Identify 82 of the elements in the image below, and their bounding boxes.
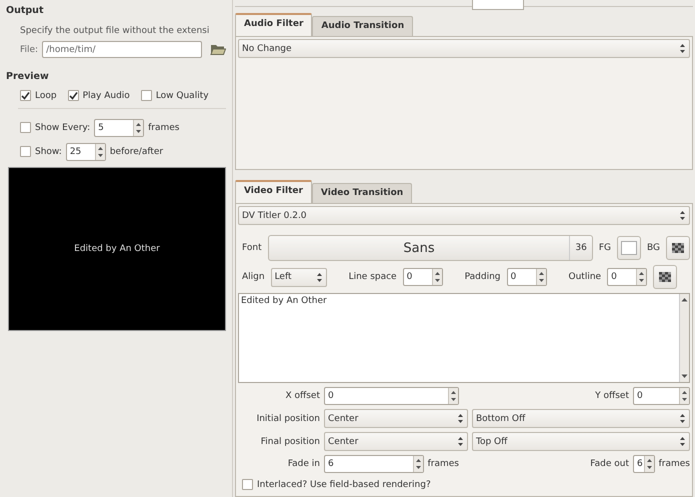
dropdown[interactable]: DV Titler 0.2.0 — [238, 206, 690, 225]
checkbox[interactable] — [68, 90, 79, 101]
font-button[interactable]: Sans 36 — [268, 235, 593, 261]
spin-field[interactable]: 0 — [402, 268, 443, 286]
updown-arrows-icon — [316, 272, 323, 282]
folder-icon — [210, 43, 226, 56]
dropdown[interactable]: Center — [324, 409, 468, 428]
dropdown[interactable]: Center — [324, 432, 468, 451]
hint-text: Specify the output file without the extensi — [20, 26, 210, 36]
field-label: Outline — [568, 272, 602, 282]
color-button[interactable] — [666, 236, 690, 260]
scroll-up-icon — [681, 297, 688, 302]
spin-arrows-icon — [96, 144, 104, 158]
checkbox[interactable] — [140, 90, 152, 101]
field-label: Align — [242, 272, 265, 282]
checker-icon — [672, 243, 684, 253]
color-button[interactable] — [653, 265, 678, 289]
checkbox[interactable] — [242, 479, 253, 490]
spin-field[interactable]: 6 — [324, 455, 424, 473]
updown-arrows-icon — [679, 43, 686, 54]
checkbox[interactable] — [20, 146, 31, 157]
field-label: Fade in — [286, 459, 320, 469]
field-label: Y offset — [594, 391, 629, 401]
tab[interactable]: Audio Filter — [235, 13, 312, 36]
preview-caption: Edited by An Other — [74, 244, 160, 254]
spin-arrows-icon — [414, 457, 422, 471]
unit-label: before/after — [110, 146, 164, 156]
updown-arrows-icon — [679, 413, 686, 424]
checkbox-label: Low Quality — [156, 90, 209, 100]
checkbox[interactable] — [20, 122, 31, 133]
checkbox-label: Interlaced? Use field-based rendering? — [257, 480, 431, 490]
dropdown[interactable]: Left — [270, 268, 327, 286]
spin-field[interactable]: 0 — [324, 387, 459, 405]
checker-icon — [659, 272, 672, 282]
text-area[interactable]: Edited by An Other — [238, 293, 690, 383]
spin-arrows-icon — [681, 389, 688, 403]
file-field[interactable]: /home/tim/ — [42, 41, 202, 58]
tab[interactable]: Audio Transition — [312, 16, 414, 36]
scroll-down-icon — [681, 374, 688, 379]
field-label: Fade out — [589, 459, 629, 469]
spin-arrows-icon — [538, 270, 544, 284]
checkbox-label: Play Audio — [82, 90, 130, 100]
unit-label: frames — [658, 459, 690, 469]
spin-field[interactable]: 0 — [506, 268, 546, 286]
spin-field[interactable]: 0 — [607, 268, 648, 286]
section-heading: Preview — [6, 71, 50, 82]
field-label: FG — [598, 243, 611, 253]
scrollbar[interactable] — [679, 294, 689, 382]
checkbox-label: Show Every: — [35, 122, 90, 132]
field-label: Initial position — [256, 414, 320, 424]
dropdown[interactable]: Top Off — [472, 432, 690, 451]
unit-label: frames — [148, 122, 180, 132]
dropdown[interactable]: No Change — [238, 39, 690, 58]
section-heading: Output — [6, 5, 44, 16]
field-label: File: — [20, 44, 38, 54]
field-label: Line space — [348, 272, 397, 282]
field-label: BG — [647, 243, 660, 253]
tab[interactable]: Video Transition — [312, 183, 412, 203]
spin-field[interactable]: 25 — [66, 142, 106, 160]
spin-arrows-icon — [135, 120, 142, 134]
checkbox[interactable] — [20, 90, 31, 101]
updown-arrows-icon — [457, 436, 464, 447]
spin-arrows-icon — [646, 457, 653, 471]
checkbox-label: Loop — [35, 90, 57, 100]
tab[interactable]: Video Filter — [235, 180, 312, 203]
updown-arrows-icon — [679, 210, 686, 221]
field-label: Padding — [464, 272, 500, 282]
dropdown[interactable]: Bottom Off — [472, 409, 690, 428]
updown-arrows-icon — [679, 436, 686, 447]
spin-arrows-icon — [450, 389, 457, 403]
unit-label: frames — [428, 459, 459, 469]
field-label: Font — [242, 243, 262, 253]
field-label: Final position — [260, 436, 320, 446]
updown-arrows-icon — [457, 413, 464, 424]
color-button[interactable] — [617, 236, 641, 260]
field-label: X offset — [284, 391, 320, 401]
spin-arrows-icon — [434, 270, 441, 284]
spin-arrows-icon — [638, 270, 646, 284]
spin-field[interactable]: 6 — [633, 455, 655, 473]
spin-field[interactable]: 0 — [633, 387, 690, 405]
spin-field[interactable]: 5 — [94, 118, 144, 136]
checkbox-label: Show: — [35, 146, 62, 156]
